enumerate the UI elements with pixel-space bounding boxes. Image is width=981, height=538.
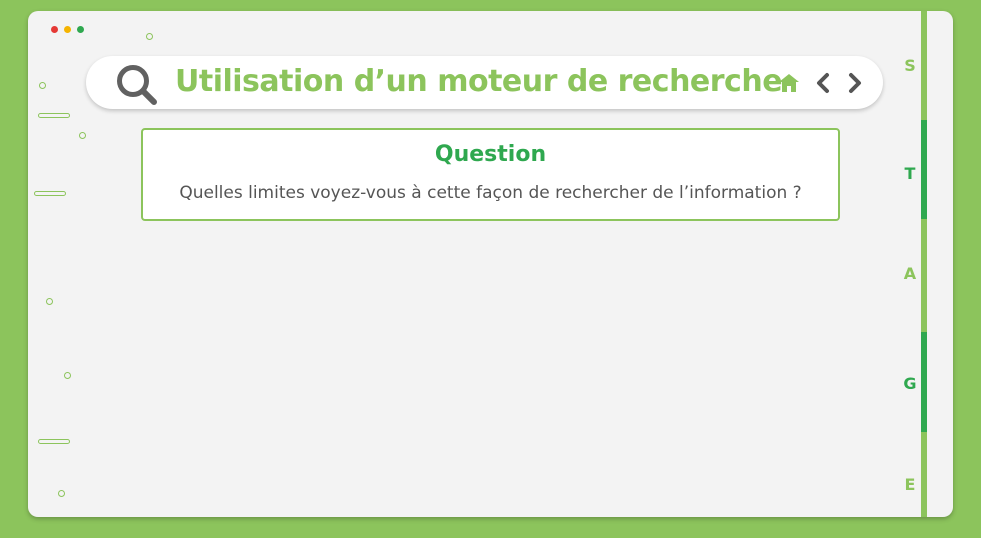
search-bar[interactable]: Utilisation d’un moteur de recherche — [86, 56, 883, 109]
decor-circle — [64, 372, 71, 379]
decor-circle — [58, 490, 65, 497]
minimize-dot[interactable] — [64, 26, 71, 33]
window-controls — [51, 26, 84, 33]
decor-line — [34, 191, 66, 196]
question-text: Quelles limites voyez-vous à cette façon… — [179, 183, 802, 203]
decor-circle — [46, 298, 53, 305]
page-title: Utilisation d’un moteur de recherche — [175, 64, 783, 99]
stage-s[interactable]: S — [898, 56, 922, 75]
question-card: Question Quelles limites voyez-vous à ce… — [141, 128, 840, 221]
decor-circle — [79, 132, 86, 139]
decor-line — [38, 113, 70, 118]
home-icon[interactable] — [777, 71, 801, 99]
decor-circle — [39, 82, 46, 89]
stage-t[interactable]: T — [898, 164, 922, 183]
close-dot[interactable] — [51, 26, 58, 33]
question-heading: Question — [434, 142, 547, 167]
decor-circle — [146, 33, 153, 40]
stage-g[interactable]: G — [898, 374, 922, 393]
app-window: Utilisation d’un moteur de recherche Que… — [28, 11, 953, 517]
decor-line — [38, 439, 70, 444]
chevron-left-icon[interactable] — [811, 71, 835, 99]
stage-a[interactable]: A — [898, 264, 922, 283]
chevron-right-icon[interactable] — [843, 71, 867, 99]
maximize-dot[interactable] — [77, 26, 84, 33]
stage-e[interactable]: E — [898, 475, 922, 494]
search-icon[interactable] — [115, 63, 159, 111]
